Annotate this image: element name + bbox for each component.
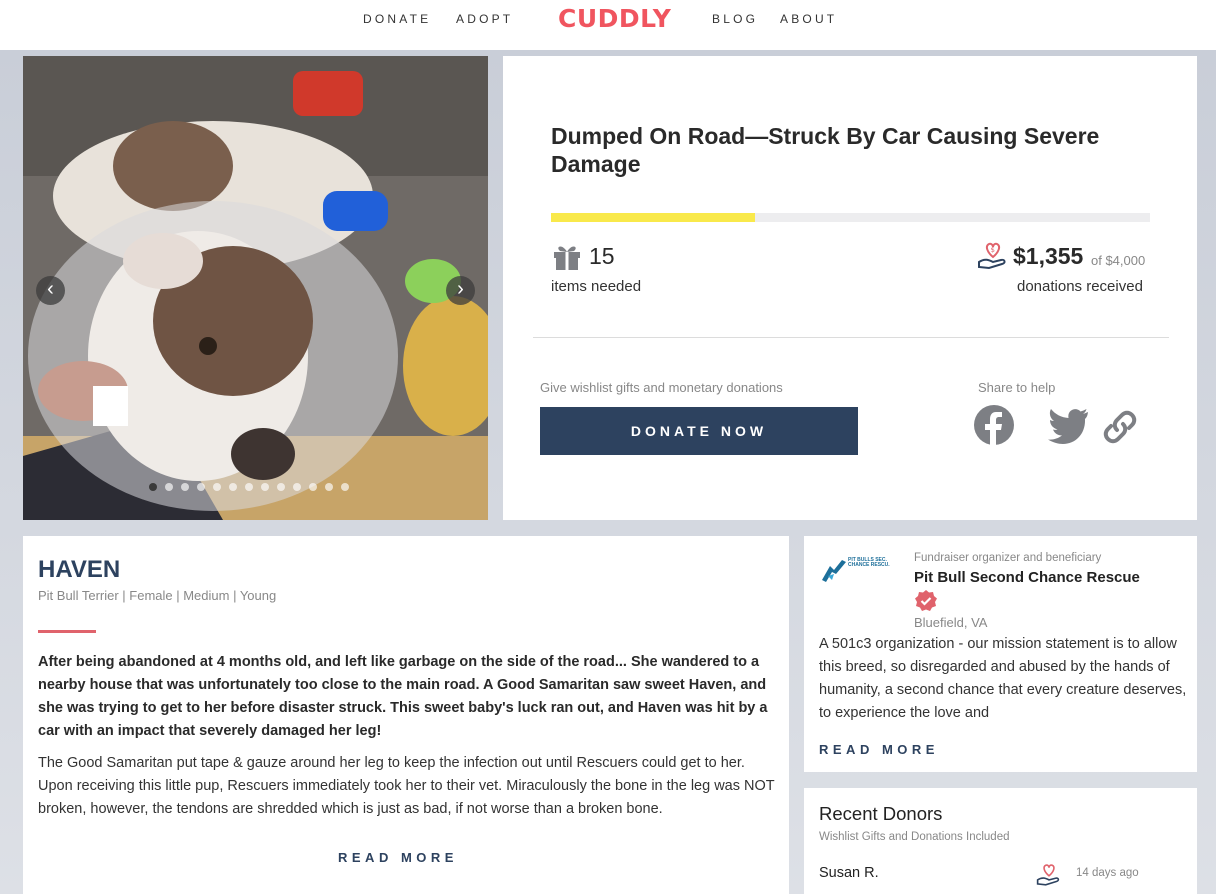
- organizer-location: Bluefield, VA: [914, 615, 988, 630]
- nav-blog-link[interactable]: BLOG: [712, 12, 758, 26]
- twitter-icon[interactable]: [1048, 407, 1090, 445]
- items-needed-label: items needed: [551, 278, 642, 295]
- amount-raised: $1,355: [1013, 243, 1084, 269]
- organizer-card: PIT BULLS SEC. CHANCE RESCU. Fundraiser …: [804, 536, 1197, 772]
- top-navigation: DONATE ADOPT CUDDLY BLOG ABOUT: [0, 0, 1216, 50]
- carousel-dots: [149, 483, 349, 491]
- carousel-dot[interactable]: [325, 483, 333, 491]
- pet-name: HAVEN: [38, 556, 121, 583]
- donations-received-label: donations received: [1017, 278, 1143, 295]
- recent-donors-subtitle: Wishlist Gifts and Donations Included: [819, 831, 1010, 843]
- verified-badge-icon: [915, 590, 937, 611]
- svg-text:$: $: [991, 246, 995, 254]
- donation-heart-icon: $: [978, 242, 1006, 270]
- carousel-dot[interactable]: [341, 483, 349, 491]
- pet-attributes: Pit Bull Terrier | Female | Medium | You…: [38, 588, 277, 603]
- org-logo-text: PIT BULLS SEC. CHANCE RESCU.: [848, 557, 890, 568]
- carousel-dot[interactable]: [309, 483, 317, 491]
- give-label: Give wishlist gifts and monetary donatio…: [540, 380, 783, 395]
- link-icon[interactable]: [1101, 408, 1139, 446]
- carousel-dot[interactable]: [149, 483, 157, 491]
- photo-carousel[interactable]: ‹ ›: [23, 56, 488, 520]
- carousel-prev-button[interactable]: ‹: [36, 276, 65, 305]
- story-read-more-link[interactable]: READ MORE: [338, 850, 458, 865]
- nav-about-link[interactable]: ABOUT: [780, 12, 837, 26]
- story-body: The Good Samaritan put tape & gauze arou…: [38, 755, 775, 817]
- cuddly-logo[interactable]: CUDDLY: [558, 4, 671, 33]
- pet-story-card: HAVEN Pit Bull Terrier | Female | Medium…: [23, 536, 789, 894]
- donor-heart-icon: [1036, 864, 1060, 886]
- facebook-icon[interactable]: [973, 404, 1015, 446]
- campaign-title: Dumped On Road—Struck By Car Causing Sev…: [551, 123, 1100, 177]
- carousel-dot[interactable]: [229, 483, 237, 491]
- donation-progress-bar: [551, 213, 1150, 222]
- carousel-dot[interactable]: [213, 483, 221, 491]
- share-label: Share to help: [978, 380, 1056, 395]
- items-needed-count: 15: [589, 243, 615, 269]
- nav-adopt-link[interactable]: ADOPT: [456, 12, 513, 26]
- goal-amount: of $4,000: [1091, 253, 1146, 268]
- organizer-name[interactable]: Pit Bull Second Chance Rescue: [914, 569, 1140, 586]
- recent-donors-card: Recent Donors Wishlist Gifts and Donatio…: [804, 788, 1197, 894]
- organizer-description: A 501c3 organization - our mission state…: [819, 636, 1187, 721]
- campaign-summary-card: Dumped On Road—Struck By Car Causing Sev…: [503, 56, 1197, 520]
- dog-photo: [23, 56, 488, 520]
- section-divider: [533, 337, 1169, 338]
- story-intro: After being abandoned at 4 months old, a…: [38, 654, 768, 739]
- donor-name: Susan R.: [819, 865, 879, 881]
- gift-icon: [554, 246, 580, 270]
- org-logo-icon[interactable]: [820, 556, 848, 586]
- carousel-dot[interactable]: [277, 483, 285, 491]
- nav-donate-link[interactable]: DONATE: [363, 12, 431, 26]
- carousel-dot[interactable]: [261, 483, 269, 491]
- donation-time: 14 days ago: [1076, 867, 1139, 879]
- carousel-dot[interactable]: [165, 483, 173, 491]
- recent-donors-title: Recent Donors: [819, 803, 943, 824]
- org-read-more-link[interactable]: READ MORE: [819, 742, 939, 757]
- carousel-dot[interactable]: [181, 483, 189, 491]
- accent-rule: [38, 630, 96, 633]
- donate-now-button[interactable]: DONATE NOW: [540, 407, 858, 455]
- carousel-next-button[interactable]: ›: [446, 276, 475, 305]
- donation-progress-fill: [551, 213, 755, 222]
- organizer-role: Fundraiser organizer and beneficiary: [914, 552, 1102, 564]
- carousel-dot[interactable]: [197, 483, 205, 491]
- carousel-dot[interactable]: [293, 483, 301, 491]
- carousel-dot[interactable]: [245, 483, 253, 491]
